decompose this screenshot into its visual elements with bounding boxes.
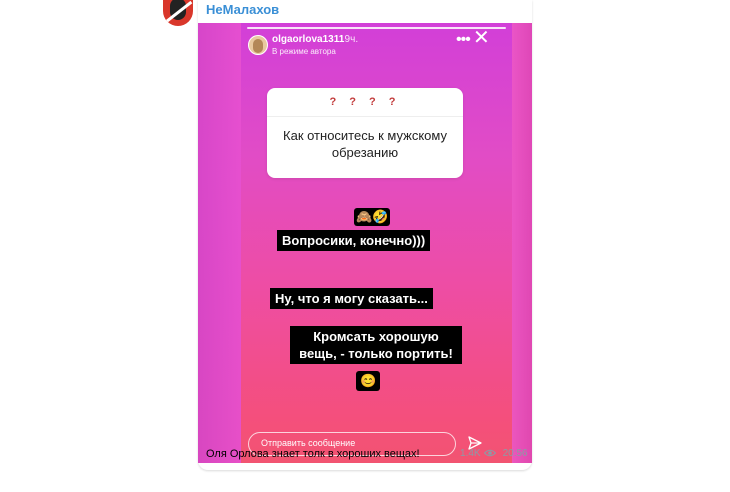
- message-time: 20:56: [502, 448, 528, 459]
- more-icon: •••: [456, 31, 471, 48]
- story-user-avatar: [248, 35, 268, 55]
- media-blur-right: [512, 23, 532, 463]
- story-input-placeholder: Отправить сообщение: [261, 438, 356, 448]
- emoji-row: 🙈🤣: [354, 208, 391, 226]
- story-progress-bar: [247, 27, 506, 29]
- caption-3: Кромсать хорошую вещь, - только портить!: [290, 326, 462, 364]
- question-marks: ? ? ? ?: [267, 88, 463, 117]
- story-username: olgaorlova1311: [272, 34, 345, 45]
- view-count: 1.4K: [460, 448, 481, 459]
- message-meta: 1.4K 20:56: [460, 448, 528, 459]
- message-bubble: НеМалахов olgaorlova1311 19ч. В режиме а…: [198, 0, 532, 470]
- media-blur-left: [198, 23, 241, 463]
- story-screenshot[interactable]: olgaorlova1311 19ч. В режиме автора ••• …: [198, 23, 532, 463]
- question-card: ? ? ? ? Как относитесь к мужскому обреза…: [267, 88, 463, 178]
- channel-name[interactable]: НеМалахов: [206, 2, 279, 17]
- emoji-smile: 😊: [356, 371, 381, 391]
- story-mode: В режиме автора: [272, 47, 336, 56]
- question-text: Как относитесь к мужскому обрезанию: [283, 128, 447, 160]
- message-text: Оля Орлова знает толк в хороших вещах!: [206, 448, 420, 460]
- story-time: 19ч.: [339, 34, 359, 45]
- close-icon: ✕: [473, 27, 490, 49]
- story-frame: olgaorlova1311 19ч. В режиме автора ••• …: [241, 23, 512, 463]
- eye-icon: [483, 449, 496, 457]
- caption-1: Вопросики, конечно))): [277, 230, 431, 251]
- caption-2: Ну, что я могу сказать...: [270, 288, 433, 309]
